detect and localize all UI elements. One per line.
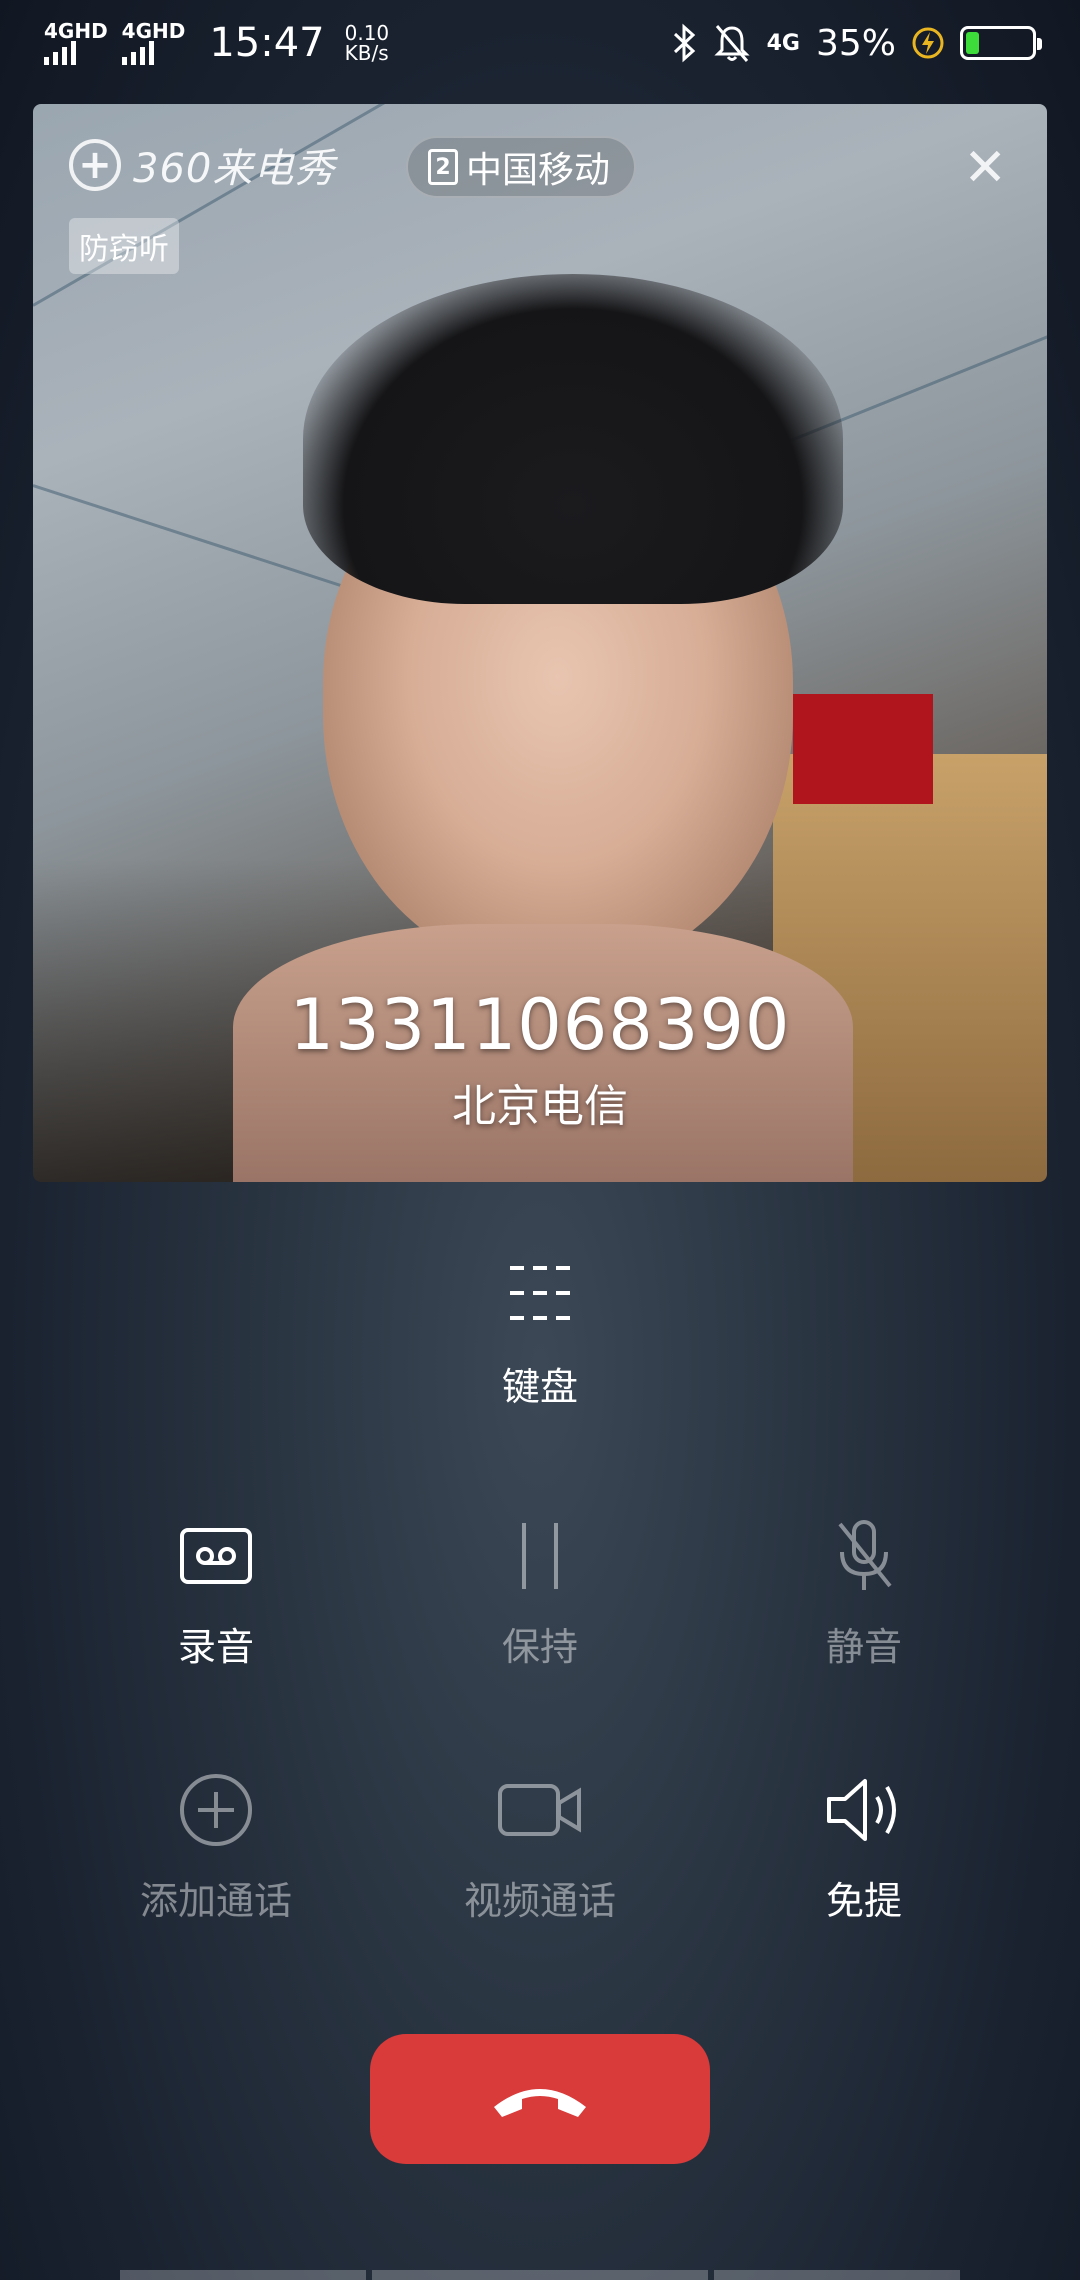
status-bar: 4GHD 4GHD 15:47 0.10 KB/s 4G 35% bbox=[0, 0, 1080, 86]
network-speed: 0.10 KB/s bbox=[345, 23, 390, 63]
speaker-icon bbox=[827, 1779, 896, 1841]
keypad-label: 键盘 bbox=[501, 1365, 578, 1409]
mute-label: 静音 bbox=[825, 1625, 902, 1669]
add-call-button[interactable]: 添加通话 bbox=[66, 1770, 366, 1925]
network-type-label: 4G bbox=[766, 30, 800, 56]
add-call-label: 添加通话 bbox=[139, 1879, 292, 1923]
sim1-signal-icon: 4GHD bbox=[44, 21, 108, 65]
sim1-label: 4GHD bbox=[44, 19, 108, 43]
keypad-icon bbox=[505, 1262, 575, 1324]
speed-unit: KB/s bbox=[344, 41, 389, 65]
pause-icon bbox=[522, 1523, 558, 1589]
add-circle-icon bbox=[180, 1774, 252, 1846]
record-label: 录音 bbox=[177, 1625, 254, 1669]
caller-location: 北京电信 bbox=[452, 1081, 628, 1132]
video-call-button[interactable]: 视频通话 bbox=[390, 1770, 690, 1925]
mute-button[interactable]: 静音 bbox=[714, 1516, 1014, 1671]
mute-bell-icon bbox=[713, 25, 750, 62]
battery-percent: 35% bbox=[815, 22, 896, 64]
caller-card: + 360来电秀 2 中国移动 ✕ 防窃听 13311068390 北京电信 bbox=[33, 104, 1047, 1182]
speed-value: 0.10 bbox=[344, 21, 390, 45]
phone-hangup-icon bbox=[494, 2089, 586, 2117]
sim2-label: 4GHD bbox=[121, 19, 186, 43]
plus-circle-icon: + bbox=[69, 139, 121, 191]
close-button[interactable]: ✕ bbox=[963, 142, 1007, 194]
speaker-button[interactable]: 免提 bbox=[714, 1770, 1014, 1925]
battery-icon bbox=[960, 26, 1042, 60]
video-camera-icon bbox=[498, 1784, 581, 1836]
red-box-shape bbox=[793, 694, 933, 804]
bluetooth-icon bbox=[673, 23, 695, 63]
hang-up-button[interactable] bbox=[370, 2034, 710, 2164]
microphone-off-icon bbox=[838, 1520, 892, 1590]
anti-eavesdrop-tag[interactable]: 防窃听 bbox=[69, 218, 179, 274]
keypad-button[interactable]: 键盘 bbox=[440, 1262, 640, 1411]
brand-name: 360来电秀 bbox=[133, 146, 336, 192]
battery-fill bbox=[966, 32, 979, 54]
speaker-label: 免提 bbox=[825, 1879, 902, 1923]
sim2-signal-icon: 4GHD bbox=[121, 19, 186, 65]
nav-indicator-center bbox=[372, 2270, 708, 2280]
carrier-name: 中国移动 bbox=[466, 150, 611, 191]
hold-button[interactable]: 保持 bbox=[390, 1516, 690, 1671]
video-call-label: 视频通话 bbox=[463, 1879, 616, 1923]
nav-indicator-right bbox=[714, 2270, 960, 2280]
clock: 15:47 bbox=[209, 20, 325, 66]
photo-hair bbox=[303, 274, 843, 604]
carrier-badge: 2 中国移动 bbox=[406, 136, 637, 198]
charging-icon bbox=[912, 27, 944, 59]
record-button[interactable]: 录音 bbox=[66, 1516, 366, 1671]
hold-label: 保持 bbox=[501, 1625, 578, 1669]
cassette-icon bbox=[180, 1528, 252, 1584]
caller-phone-number: 13311068390 bbox=[289, 984, 791, 1066]
brand-logo: + 360来电秀 bbox=[69, 136, 335, 194]
sim-card-icon: 2 bbox=[428, 149, 458, 185]
nav-indicator-left bbox=[120, 2270, 366, 2280]
